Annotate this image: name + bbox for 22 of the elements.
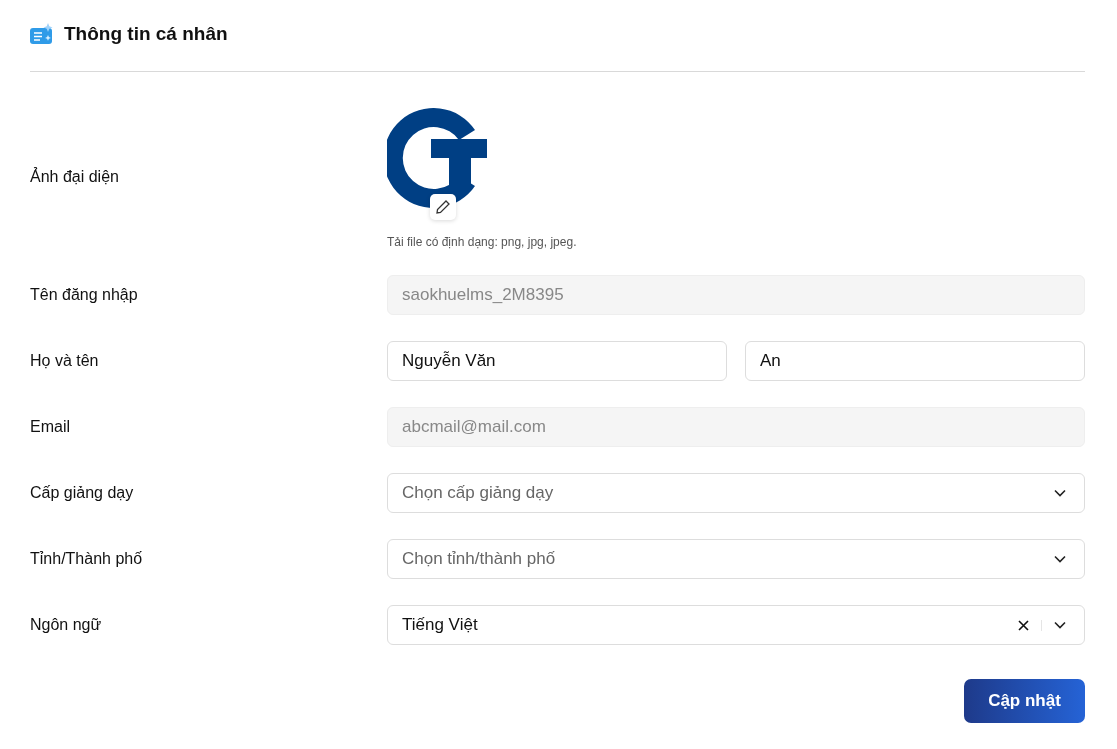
chevron-down-icon bbox=[1054, 555, 1066, 563]
chevron-down-icon bbox=[1054, 489, 1066, 497]
field-label: Tỉnh/Thành phố bbox=[30, 550, 144, 568]
select-field[interactable]: Tiếng Việt bbox=[387, 605, 1085, 645]
field-label: Email bbox=[30, 418, 71, 436]
update-button[interactable]: Cập nhật bbox=[964, 679, 1085, 723]
last-name-field[interactable]: An bbox=[745, 341, 1085, 381]
field-label: Ảnh đại diện bbox=[30, 168, 120, 186]
select-field[interactable]: Chọn tỉnh/thành phố bbox=[387, 539, 1085, 579]
first-name-field[interactable]: Nguyễn Văn bbox=[387, 341, 727, 381]
field-label: Họ và tên bbox=[30, 352, 100, 370]
clear-icon[interactable] bbox=[1018, 619, 1029, 631]
page-title: Thông tin cá nhân bbox=[64, 22, 228, 45]
pencil-icon bbox=[435, 199, 451, 215]
select-field[interactable]: Chọn cấp giảng dạy bbox=[387, 473, 1085, 513]
chevron-down-icon bbox=[1054, 621, 1066, 629]
upload-hint: Tải file có định dạng: png, jpg, jpeg. bbox=[387, 235, 578, 249]
field-label: Ngôn ngữ bbox=[30, 616, 103, 634]
edit-avatar-button[interactable] bbox=[430, 194, 456, 220]
field-label: Cấp giảng dạy bbox=[30, 484, 135, 502]
profile-card-icon bbox=[30, 22, 54, 45]
field-label: Tên đăng nhập bbox=[30, 286, 139, 304]
